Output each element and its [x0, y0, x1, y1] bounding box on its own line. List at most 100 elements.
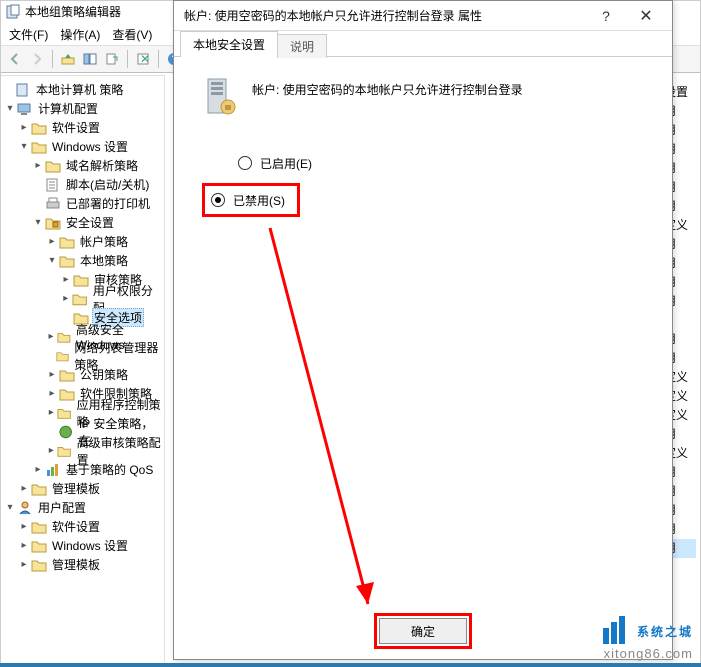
- expand-icon[interactable]: ▸: [31, 463, 45, 477]
- collapse-icon[interactable]: ▾: [3, 501, 17, 515]
- tree-item[interactable]: 域名解析策略: [64, 156, 140, 175]
- expand-icon[interactable]: ▸: [17, 558, 31, 572]
- close-button[interactable]: ✕: [626, 3, 666, 29]
- folder-icon: [57, 405, 71, 421]
- expand-icon[interactable]: ▸: [45, 406, 57, 420]
- tree-item[interactable]: Windows 设置: [50, 536, 130, 555]
- highlight-box-ok: 确定: [374, 613, 472, 649]
- folder-icon: [59, 367, 75, 383]
- show-hide-tree-button[interactable]: [80, 49, 100, 69]
- expand-icon[interactable]: ▸: [17, 121, 31, 135]
- expand-icon[interactable]: ▸: [59, 273, 73, 287]
- menu-file[interactable]: 文件(F): [3, 24, 54, 45]
- folder-icon: [57, 443, 71, 459]
- tab-explain[interactable]: 说明: [277, 34, 327, 58]
- watermark-logo-icon: [601, 616, 631, 646]
- folder-icon: [59, 253, 75, 269]
- dialog-title: 帐户: 使用空密码的本地帐户只允许进行控制台登录 属性: [184, 7, 586, 24]
- folder-icon: [57, 329, 71, 345]
- window-title: 本地组策略编辑器: [25, 3, 121, 20]
- watermark-url: xitong86.com: [601, 646, 693, 661]
- export-button[interactable]: [102, 49, 122, 69]
- highlight-box-disabled: 已禁用(S): [202, 183, 300, 217]
- dialog-body: 帐户: 使用空密码的本地帐户只允许进行控制台登录 已启用(E) 已禁用(S): [174, 57, 672, 237]
- menu-view[interactable]: 查看(V): [106, 24, 158, 45]
- folder-icon: [31, 519, 47, 535]
- expand-icon[interactable]: ▸: [17, 520, 31, 534]
- up-button[interactable]: [58, 49, 78, 69]
- collapse-icon[interactable]: ▾: [31, 216, 45, 230]
- tree-item[interactable]: 已部署的打印机: [64, 194, 152, 213]
- expand-icon[interactable]: ▾: [3, 102, 17, 116]
- radio-icon: [211, 193, 225, 207]
- tab-local-security[interactable]: 本地安全设置: [180, 31, 278, 57]
- svg-text:✕: ✕: [140, 52, 150, 66]
- server-icon: [202, 77, 238, 117]
- refresh-button[interactable]: ✕: [133, 49, 153, 69]
- folder-icon: [56, 348, 69, 364]
- radio-enabled[interactable]: 已启用(E): [238, 153, 644, 173]
- folder-icon: [45, 158, 61, 174]
- policy-root-icon: [15, 82, 31, 98]
- expand-icon[interactable]: ▸: [45, 330, 57, 344]
- toolbar-divider: [52, 50, 53, 68]
- tree-item[interactable]: 管理模板: [50, 555, 102, 574]
- folder-icon: [31, 557, 47, 573]
- radio-enabled-label: 已启用(E): [260, 155, 312, 172]
- folder-icon: [59, 234, 75, 250]
- ipsec-icon: [58, 424, 73, 440]
- expand-icon[interactable]: ▸: [45, 368, 59, 382]
- tree-item[interactable]: 软件设置: [50, 118, 102, 137]
- radio-disabled[interactable]: 已禁用(S): [211, 190, 285, 210]
- tree-item[interactable]: 安全设置: [64, 213, 116, 232]
- folder-icon: [59, 386, 75, 402]
- tree-computer-config[interactable]: 计算机配置: [36, 99, 100, 118]
- toolbar-divider: [158, 50, 159, 68]
- tree-item[interactable]: 公钥策略: [78, 365, 130, 384]
- tree-root[interactable]: 本地计算机 策略: [34, 80, 125, 99]
- help-button[interactable]: ?: [586, 3, 626, 29]
- folder-icon: [73, 272, 89, 288]
- toolbar-divider: [127, 50, 128, 68]
- tree-item[interactable]: Windows 设置: [50, 137, 130, 156]
- tree-item[interactable]: 基于策略的 QoS: [64, 460, 155, 479]
- expand-icon[interactable]: ▸: [45, 444, 57, 458]
- watermark: 系统之城 xitong86.com: [601, 616, 693, 661]
- expand-icon[interactable]: ▸: [17, 539, 31, 553]
- expand-icon[interactable]: ▸: [45, 387, 59, 401]
- security-icon: [45, 215, 61, 231]
- user-icon: [17, 500, 33, 516]
- folder-icon: [72, 291, 87, 307]
- collapse-icon[interactable]: ▾: [17, 140, 31, 154]
- script-icon: [45, 177, 61, 193]
- menu-action[interactable]: 操作(A): [54, 24, 106, 45]
- dialog-titlebar[interactable]: 帐户: 使用空密码的本地帐户只允许进行控制台登录 属性 ? ✕: [174, 1, 672, 31]
- tree-item[interactable]: 脚本(启动/关机): [64, 175, 151, 194]
- expand-icon[interactable]: ▸: [31, 159, 45, 173]
- watermark-brand: 系统之城: [637, 623, 693, 640]
- expand-icon[interactable]: ▸: [45, 235, 59, 249]
- properties-dialog: 帐户: 使用空密码的本地帐户只允许进行控制台登录 属性 ? ✕ 本地安全设置 说…: [173, 0, 673, 660]
- forward-button[interactable]: [27, 49, 47, 69]
- folder-icon: [31, 120, 47, 136]
- tree-item[interactable]: 管理模板: [50, 479, 102, 498]
- folder-icon: [31, 481, 47, 497]
- tree-item[interactable]: 本地策略: [78, 251, 130, 270]
- dialog-footer: 确定: [174, 613, 672, 649]
- tree-user-config[interactable]: 用户配置: [36, 498, 88, 517]
- tree-item[interactable]: 软件设置: [50, 517, 102, 536]
- expand-icon[interactable]: ▸: [59, 292, 72, 306]
- expand-icon[interactable]: ▸: [17, 482, 31, 496]
- collapse-icon[interactable]: ▾: [45, 254, 59, 268]
- computer-icon: [17, 101, 33, 117]
- back-button[interactable]: [5, 49, 25, 69]
- folder-icon: [31, 538, 47, 554]
- folder-icon: [31, 139, 47, 155]
- policy-name-text: 帐户: 使用空密码的本地帐户只允许进行控制台登录: [252, 77, 523, 98]
- radio-disabled-label: 已禁用(S): [233, 192, 285, 209]
- tab-strip: 本地安全设置 说明: [174, 31, 672, 57]
- tree-item[interactable]: 帐户策略: [78, 232, 130, 251]
- ok-button[interactable]: 确定: [379, 618, 467, 644]
- qos-icon: [45, 462, 61, 478]
- tree-pane[interactable]: ▾ 本地计算机 策略 ▾ 计算机配置 ▸ 软件设置 ▾ Windows 设置 ▸ 域名解析…: [1, 75, 165, 662]
